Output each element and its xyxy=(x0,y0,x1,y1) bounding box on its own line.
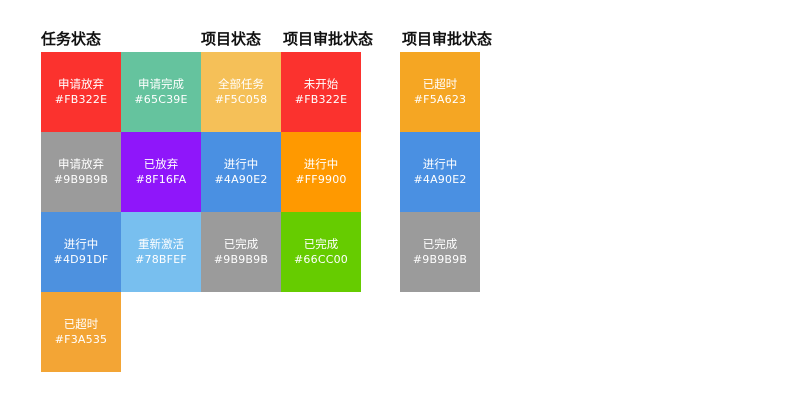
swatch-hex: #9B9B9B xyxy=(412,253,468,266)
swatch-label: 进行中 xyxy=(223,157,259,171)
heading-project-status: 项目状态 xyxy=(201,30,262,48)
swatch-c2r2: 已放弃 #8F16FA xyxy=(121,132,201,212)
swatch-c1r3: 进行中 #4D91DF xyxy=(41,212,121,292)
swatch-c2r3: 重新激活 #78BFEF xyxy=(121,212,201,292)
swatch-c4r1: 未开始 #FB322E xyxy=(281,52,361,132)
swatch-hex: #9B9B9B xyxy=(213,253,269,266)
swatch-label: 进行中 xyxy=(63,237,99,251)
swatch-label: 申请完成 xyxy=(138,77,184,91)
swatch-label: 已完成 xyxy=(422,237,458,251)
swatch-label: 已放弃 xyxy=(143,157,179,171)
swatch-label: 未开始 xyxy=(303,77,339,91)
swatch-hex: #4D91DF xyxy=(53,253,109,266)
swatch-hex: #9B9B9B xyxy=(53,173,109,186)
swatch-hex: #FB322E xyxy=(54,93,108,106)
swatch-hex: #4A90E2 xyxy=(214,173,268,186)
swatch-c3r1: 全部任务 #F5C058 xyxy=(201,52,281,132)
swatch-hex: #F3A535 xyxy=(54,333,108,346)
swatch-c3r3: 已完成 #9B9B9B xyxy=(201,212,281,292)
swatch-c3r2: 进行中 #4A90E2 xyxy=(201,132,281,212)
swatch-c5r3: 已完成 #9B9B9B xyxy=(400,212,480,292)
swatch-c1r2: 申请放弃 #9B9B9B xyxy=(41,132,121,212)
swatch-c4r3: 已完成 #66CC00 xyxy=(281,212,361,292)
heading-project-approval-status: 项目审批状态 xyxy=(283,30,374,48)
swatch-c5r2: 进行中 #4A90E2 xyxy=(400,132,480,212)
swatch-c4r2: 进行中 #FF9900 xyxy=(281,132,361,212)
swatch-label: 申请放弃 xyxy=(58,157,104,171)
heading-task-status: 任务状态 xyxy=(41,30,102,48)
swatch-label: 已超时 xyxy=(422,77,458,91)
swatch-label: 申请放弃 xyxy=(58,77,104,91)
swatch-label: 进行中 xyxy=(422,157,458,171)
heading-project-approval-status-2: 项目审批状态 xyxy=(402,30,493,48)
swatch-label: 已完成 xyxy=(303,237,339,251)
swatch-label: 已超时 xyxy=(63,317,99,331)
swatch-c2r1: 申请完成 #65C39E xyxy=(121,52,201,132)
swatch-hex: #FF9900 xyxy=(295,173,347,186)
swatch-label: 已完成 xyxy=(223,237,259,251)
swatch-c5r1: 已超时 #F5A623 xyxy=(400,52,480,132)
swatch-hex: #FB322E xyxy=(294,93,348,106)
swatch-hex: #8F16FA xyxy=(135,173,187,186)
swatch-label: 重新激活 xyxy=(138,237,184,251)
swatch-hex: #F5C058 xyxy=(214,93,268,106)
swatch-label: 全部任务 xyxy=(218,77,264,91)
swatch-hex: #4A90E2 xyxy=(413,173,467,186)
swatch-hex: #65C39E xyxy=(134,93,188,106)
swatch-hex: #66CC00 xyxy=(294,253,348,266)
swatch-hex: #F5A623 xyxy=(413,93,467,106)
swatch-c1r1: 申请放弃 #FB322E xyxy=(41,52,121,132)
swatch-hex: #78BFEF xyxy=(135,253,187,266)
swatch-label: 进行中 xyxy=(303,157,339,171)
swatch-c1r4: 已超时 #F3A535 xyxy=(41,292,121,372)
